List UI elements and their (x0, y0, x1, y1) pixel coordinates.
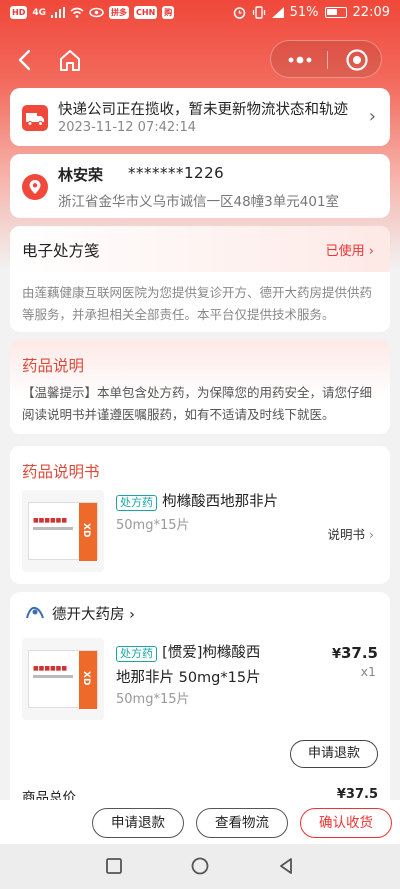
recipient-address: 浙江省金华市义乌市诚信一区48幢3单元401室 (58, 194, 340, 210)
app-chip-3: 购 (162, 6, 175, 19)
logistics-card[interactable]: 快递公司正在揽收，暂未更新物流状态和轨迹 2023-11-12 07:42:14… (10, 88, 390, 146)
signal-label: 4G (32, 7, 46, 18)
carrier-chip: HD (10, 6, 28, 19)
chevron-right-icon: › (368, 106, 376, 127)
price-symbol: ¥ (331, 647, 341, 662)
order-drug-name-1: [惯爱]枸橼酸西 (162, 645, 261, 661)
store-name-link[interactable]: 德开大药房 › (52, 603, 135, 624)
drug-box-label: XD (81, 671, 91, 686)
prescription-status-link[interactable]: 已使用 › (326, 240, 374, 259)
pharmacy-card: 德开大药房 › ■■■■■■ XD 处方药 [惯爱]枸橼酸西 地那非片 50mg… (10, 592, 390, 822)
item-refund-button[interactable]: 申请退款 (290, 740, 378, 768)
recipient-name: 林安荣 (58, 166, 104, 184)
vibrate-icon (252, 6, 265, 19)
drug-box-illustration: ■■■■■■ XD (28, 650, 98, 709)
miniprogram-capsule (270, 40, 382, 78)
system-nav-bar (0, 844, 400, 889)
home-icon[interactable] (56, 46, 84, 74)
order-action-bar: 申请退款 查看物流 确认收货 (0, 800, 400, 844)
back-icon[interactable] (14, 46, 38, 74)
recipient-phone: *******1226 (128, 164, 225, 182)
rx-badge: 处方药 (116, 495, 157, 511)
app-chip-2: CHN (134, 6, 158, 19)
order-drug-spec: 50mg*15片 (116, 692, 190, 707)
drug-box-label: XD (81, 523, 91, 538)
store-name: 德开大药房 (52, 607, 125, 623)
cell-signal-icon (271, 7, 284, 18)
drug-manual-card: 药品说明书 ■■■■■■ XD 处方药 枸橼酸西地那非片 50mg*15片 说明… (10, 446, 390, 584)
prescription-note: 由莲藕健康互联网医院为您提供复诊开方、德开大药房提供供药等服务，并承担相关全部责… (22, 285, 373, 322)
status-right: 51% 22:09 (233, 5, 390, 20)
price-value: 37.5 (340, 644, 378, 662)
drug-manual-title: 药品说明书 (22, 463, 100, 481)
truck-icon (22, 105, 48, 131)
prescription-title: 电子处方笺 (22, 242, 100, 260)
manual-drug-name: 枸橼酸西地那非片 (162, 494, 279, 510)
chevron-right-icon: › (368, 244, 374, 259)
manual-drug-info: 处方药 枸橼酸西地那非片 (116, 490, 278, 511)
address-card: 林安荣 *******1226 浙江省金华市义乌市诚信一区48幢3单元401室 (10, 154, 390, 218)
home-circle-icon[interactable] (190, 856, 210, 876)
battery-icon (324, 7, 347, 18)
store-logo-icon (26, 606, 44, 619)
nav-bar (0, 38, 400, 82)
status-left: HD 4G 拼多 CHN 购 (10, 6, 175, 19)
signal-icon (51, 7, 65, 18)
drug-explain-title: 药品说明 (22, 357, 85, 375)
item-price: ¥37.5 (332, 644, 378, 662)
order-drug-info: 处方药 [惯爱]枸橼酸西 地那非片 50mg*15片 (116, 640, 316, 690)
manual-link-label: 说明书 (327, 527, 366, 542)
location-pin-icon (22, 174, 48, 200)
manual-drug-spec: 50mg*15片 (116, 518, 190, 533)
back-triangle-icon[interactable] (276, 856, 296, 876)
clock: 22:09 (352, 5, 390, 20)
app-chip-1: 拼多 (109, 6, 129, 19)
status-bar: HD 4G 拼多 CHN 购 51% 22:09 (0, 0, 400, 28)
order-drug-name-2: 地那非片 50mg*15片 (116, 670, 261, 686)
close-miniprogram-icon[interactable] (345, 48, 369, 72)
more-icon[interactable] (285, 51, 315, 69)
view-logistics-button[interactable]: 查看物流 (196, 808, 288, 838)
item-quantity: x1 (360, 664, 376, 679)
eye-icon (89, 7, 104, 18)
wifi-icon (70, 7, 84, 18)
drug-explain-card: 药品说明 【温馨提示】本单包含处方药，为保障您的用药安全，请您仔细阅读说明书并谨… (10, 340, 390, 434)
drug-explain-text: 【温馨提示】本单包含处方药，为保障您的用药安全，请您仔细阅读说明书并谨遵医嘱服药… (22, 385, 373, 422)
logistics-time: 2023-11-12 07:42:14 (58, 120, 197, 135)
manual-link[interactable]: 说明书 › (328, 524, 375, 543)
drug-image: ■■■■■■ XD (22, 490, 104, 572)
drug-box-illustration: ■■■■■■ XD (28, 502, 98, 561)
order-drug-image: ■■■■■■ XD (22, 638, 104, 720)
recent-apps-icon[interactable] (104, 856, 124, 876)
rx-badge: 处方药 (116, 646, 157, 662)
capsule-divider (327, 51, 328, 69)
refund-button[interactable]: 申请退款 (92, 808, 184, 838)
chevron-right-icon: › (129, 607, 135, 623)
chevron-right-icon: › (369, 527, 374, 542)
battery-percent: 51% (289, 5, 319, 20)
prescription-status: 已使用 (325, 244, 365, 259)
alarm-icon (233, 7, 245, 19)
logistics-status: 快递公司正在揽收，暂未更新物流状态和轨迹 (58, 102, 348, 118)
prescription-card: 电子处方笺 已使用 › 由莲藕健康互联网医院为您提供复诊开方、德开大药房提供供药… (10, 226, 390, 332)
confirm-receipt-button[interactable]: 确认收货 (300, 808, 392, 838)
